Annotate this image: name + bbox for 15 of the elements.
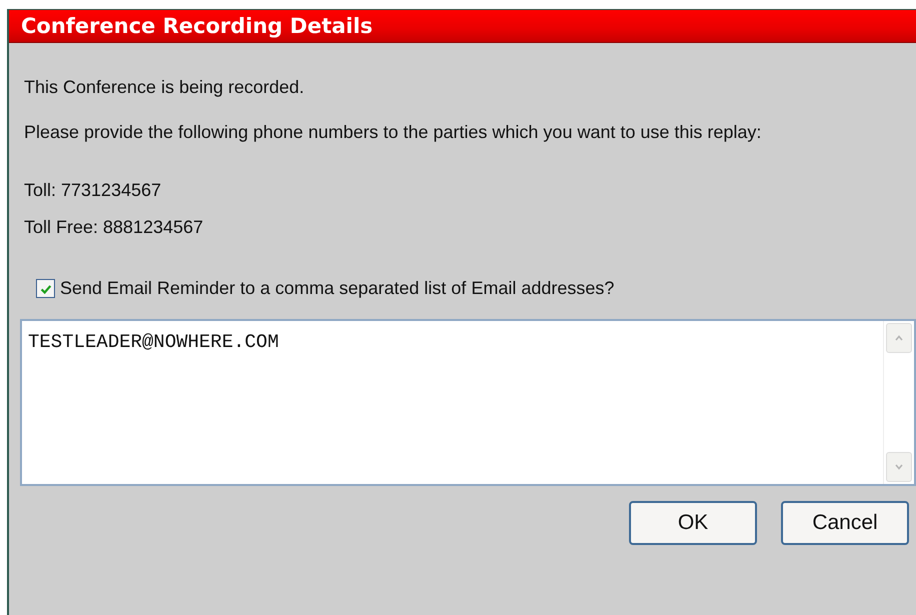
message-text: Please provide the following phone numbers to the parties which you want to use this replay:	[24, 121, 762, 144]
chevron-up-icon	[894, 333, 904, 343]
checkbox-label: Send Email Reminder to a comma separated list of Email addresses?	[60, 278, 614, 299]
dialog-title: Conference Recording Details	[9, 10, 916, 43]
ok-button[interactable]: OK	[629, 501, 757, 545]
message-text: This Conference is being recorded.	[24, 76, 306, 99]
scrollbar[interactable]	[883, 321, 914, 484]
scroll-down-button[interactable]	[886, 452, 912, 482]
chevron-down-icon	[894, 462, 904, 472]
cancel-button[interactable]: Cancel	[781, 501, 909, 545]
phone-number-text: Toll Free: 8881234567	[24, 216, 204, 239]
email-textarea[interactable]: TESTLEADER@NOWHERE.COM	[20, 319, 916, 486]
scroll-up-button[interactable]	[886, 323, 912, 353]
phone-number-text: Toll: 7731234567	[24, 179, 162, 202]
email-reminder-checkbox[interactable]	[36, 279, 55, 298]
